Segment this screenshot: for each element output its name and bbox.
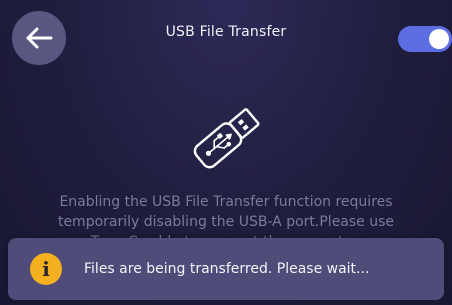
page-title: USB File Transfer — [165, 24, 287, 40]
usb-transfer-description: Enabling the USB File Transfer function … — [57, 194, 395, 240]
usb-transfer-toggle[interactable] — [398, 26, 452, 52]
toast-message: Files are being transferred. Please wait… — [84, 261, 370, 277]
transfer-status-toast: i Files are being transferred. Please wa… — [8, 238, 444, 300]
toggle-knob — [429, 29, 449, 49]
info-icon: i — [30, 253, 62, 285]
usb-drive-icon — [193, 108, 260, 169]
